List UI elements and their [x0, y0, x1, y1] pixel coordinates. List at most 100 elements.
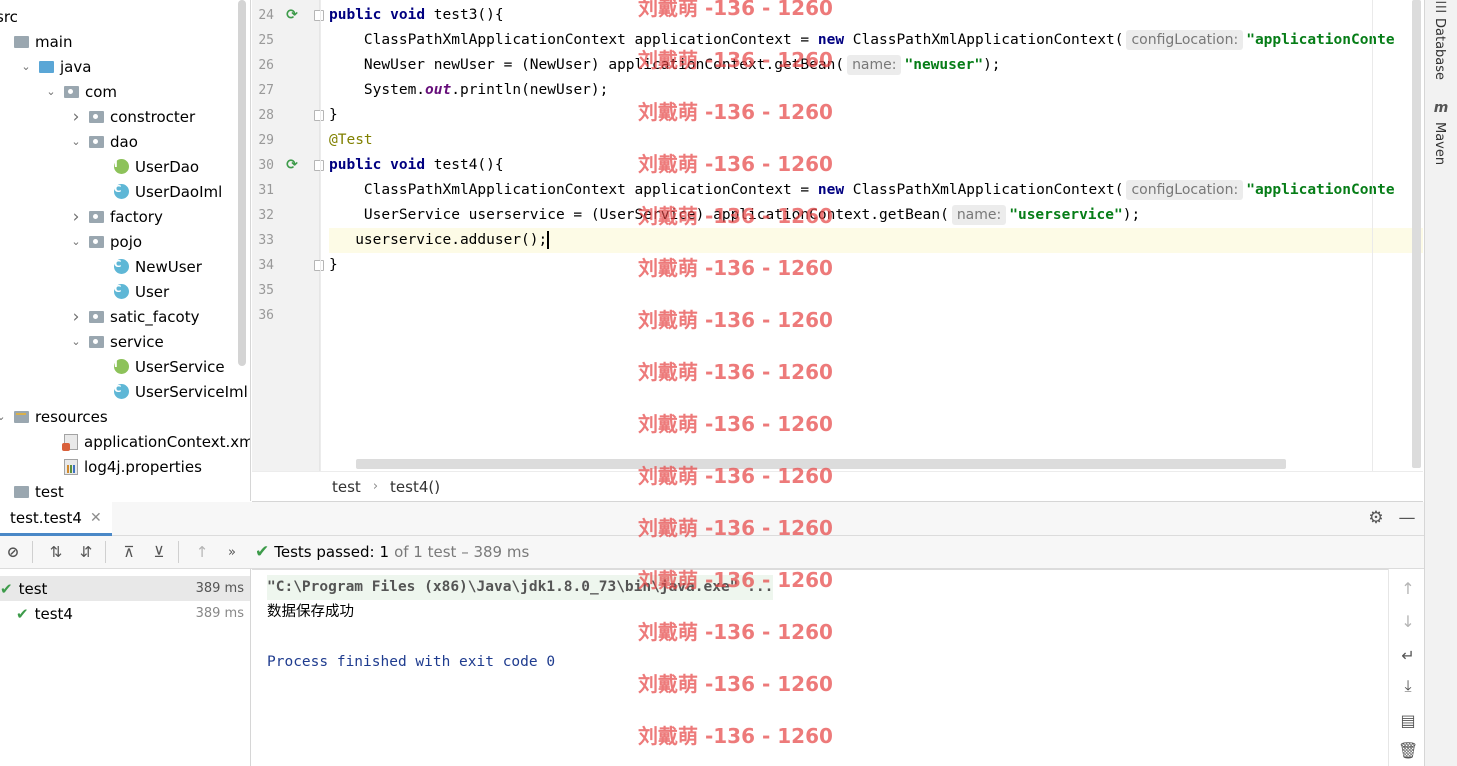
- test-duration: 389 ms: [195, 581, 244, 596]
- tree-item-label: satic_facoty: [110, 307, 200, 326]
- tree-item[interactable]: ⌄ resources: [0, 404, 108, 429]
- chevron-right-icon[interactable]: ›: [69, 307, 83, 327]
- code-line-31[interactable]: ClassPathXmlApplicationContext applicati…: [329, 178, 1423, 203]
- run-panel: test.test4 ✕ ⚙ — ⊘ ⇅ ⇵ ⊼ ⊻ ↑ » ✔ Tests p…: [0, 502, 1424, 766]
- code-line-30[interactable]: public void test4(){: [329, 153, 1423, 178]
- code-text: ClassPathXmlApplicationContext(: [844, 182, 1124, 198]
- chevron-down-icon[interactable]: ⌄: [69, 335, 83, 349]
- expand-all-icon[interactable]: ⊼: [116, 540, 142, 564]
- code-line-32[interactable]: UserService userservice = (UserService) …: [329, 203, 1423, 228]
- tree-scrollbar[interactable]: [238, 0, 246, 366]
- check-icon: ✔: [16, 604, 29, 623]
- code-line-24[interactable]: public void test3(){: [329, 3, 1423, 28]
- horizontal-scrollbar[interactable]: [356, 459, 1286, 469]
- tree-item[interactable]: applicationContext.xml: [44, 429, 251, 454]
- tree-item-label: applicationContext.xml: [84, 432, 251, 451]
- run-tab[interactable]: test.test4 ✕: [0, 502, 112, 536]
- minimize-icon[interactable]: —: [1397, 508, 1417, 528]
- sort-alpha-icon[interactable]: ⇅: [43, 540, 69, 564]
- code-text: }: [329, 107, 338, 123]
- breadcrumb-item-method[interactable]: test4(): [390, 478, 440, 496]
- editor-gutter: 24 ⟳ 25 26 27 28 29 30 ⟳ 31 32 33 34 35 36: [252, 0, 324, 471]
- code-editor[interactable]: 24 ⟳ 25 26 27 28 29 30 ⟳ 31 32 33 34 35 36 public void…: [252, 0, 1423, 471]
- tree-item-label: UserService: [135, 357, 225, 376]
- fold-icon[interactable]: [314, 10, 324, 21]
- collapse-all-icon[interactable]: ⊻: [146, 540, 172, 564]
- line-number: 29: [258, 133, 274, 148]
- tree-item[interactable]: I UserDao: [94, 154, 199, 179]
- tree-item[interactable]: › constrocter: [69, 104, 196, 129]
- database-tool-tab[interactable]: Database: [1432, 18, 1447, 80]
- tree-item[interactable]: ⌄ com: [44, 79, 117, 104]
- fold-icon[interactable]: [314, 110, 324, 121]
- arrow-up-icon[interactable]: ↑: [189, 540, 215, 564]
- chevron-down-icon[interactable]: ⌄: [19, 60, 33, 74]
- more-icon[interactable]: »: [219, 540, 245, 564]
- gear-icon[interactable]: ⚙: [1366, 508, 1386, 528]
- tree-item[interactable]: test: [0, 479, 64, 501]
- print-icon[interactable]: ▤: [1398, 711, 1418, 731]
- maven-icon[interactable]: m: [1431, 100, 1451, 118]
- test-row-method[interactable]: ✔ test4 389 ms: [0, 601, 250, 626]
- tree-item[interactable]: › satic_facoty: [69, 304, 200, 329]
- database-icon[interactable]: ☰: [1431, 0, 1451, 18]
- code-line-33[interactable]: userservice.adduser();: [329, 228, 1423, 253]
- chevron-down-icon[interactable]: ⌄: [69, 235, 83, 249]
- chevron-right-icon[interactable]: ›: [69, 207, 83, 227]
- check-icon: ✔: [0, 579, 13, 598]
- line-number: 24: [258, 8, 274, 23]
- code-line-26[interactable]: NewUser newUser = (NewUser) applicationC…: [329, 53, 1423, 78]
- fold-icon[interactable]: [314, 260, 324, 271]
- arrow-down-icon[interactable]: ↓: [1398, 612, 1418, 632]
- sort-duration-icon[interactable]: ⇵: [73, 540, 99, 564]
- chevron-down-icon[interactable]: ⌄: [0, 410, 8, 424]
- keyword-void: void: [390, 7, 426, 23]
- tree-item[interactable]: src: [0, 4, 18, 29]
- tree-item[interactable]: ⌄ java: [19, 54, 91, 79]
- code-text: userservice.adduser();: [329, 232, 548, 248]
- test-row-suite[interactable]: ✔ test 389 ms: [0, 576, 250, 601]
- code-line-28[interactable]: }: [329, 103, 1423, 128]
- code-line-34[interactable]: }: [329, 253, 1423, 278]
- tree-item[interactable]: C User: [94, 279, 169, 304]
- code-line-27[interactable]: System.out.println(newUser);: [329, 78, 1423, 103]
- tree-item[interactable]: C UserServiceIml: [94, 379, 248, 404]
- tree-item[interactable]: log4j.properties: [44, 454, 202, 479]
- arrow-up-icon[interactable]: ↑: [1398, 579, 1418, 599]
- class-icon: C: [114, 259, 129, 274]
- tree-item[interactable]: main: [0, 29, 72, 54]
- soft-wrap-icon[interactable]: ↵: [1398, 646, 1418, 666]
- tree-item[interactable]: › factory: [69, 204, 163, 229]
- run-test-icon[interactable]: ⟳: [284, 7, 300, 23]
- tree-item[interactable]: ⌄ pojo: [69, 229, 142, 254]
- status-detail: of 1 test – 389 ms: [394, 543, 530, 561]
- code-line-25[interactable]: ClassPathXmlApplicationContext applicati…: [329, 28, 1423, 53]
- stop-icon[interactable]: ⊘: [0, 540, 26, 564]
- tree-item[interactable]: C UserDaoIml: [94, 179, 222, 204]
- chevron-down-icon[interactable]: ⌄: [44, 85, 58, 99]
- interface-icon: I: [114, 359, 129, 374]
- tree-item[interactable]: C NewUser: [94, 254, 202, 279]
- code-text: }: [329, 257, 338, 273]
- close-icon[interactable]: ✕: [90, 510, 102, 526]
- code-line-29[interactable]: @Test: [329, 128, 1423, 153]
- maven-tool-tab[interactable]: Maven: [1432, 122, 1447, 165]
- chevron-down-icon[interactable]: ⌄: [69, 135, 83, 149]
- chevron-right-icon[interactable]: ›: [69, 107, 83, 127]
- scroll-to-end-icon[interactable]: ⤓: [1398, 676, 1418, 696]
- trash-icon[interactable]: 🗑: [1398, 741, 1418, 761]
- tree-item-label: User: [135, 282, 170, 301]
- code-area[interactable]: public void test3(){ ClassPathXmlApplica…: [329, 0, 1423, 471]
- tree-item[interactable]: ⌄ service: [69, 329, 163, 354]
- tree-item[interactable]: I UserService: [94, 354, 225, 379]
- keyword-new: new: [817, 32, 845, 48]
- console-command-line[interactable]: "C:\Program Files (x86)\Java\jdk1.8.0_73…: [267, 575, 774, 600]
- tree-item[interactable]: ⌄ dao: [69, 129, 138, 154]
- breadcrumb-item-class[interactable]: test: [332, 478, 361, 496]
- run-test-icon[interactable]: ⟳: [284, 157, 300, 173]
- console-output[interactable]: "C:\Program Files (x86)\Java\jdk1.8.0_73…: [252, 569, 1388, 766]
- line-number: 33: [258, 233, 274, 248]
- fold-icon[interactable]: [314, 160, 324, 171]
- vertical-scrollbar[interactable]: [1412, 0, 1421, 468]
